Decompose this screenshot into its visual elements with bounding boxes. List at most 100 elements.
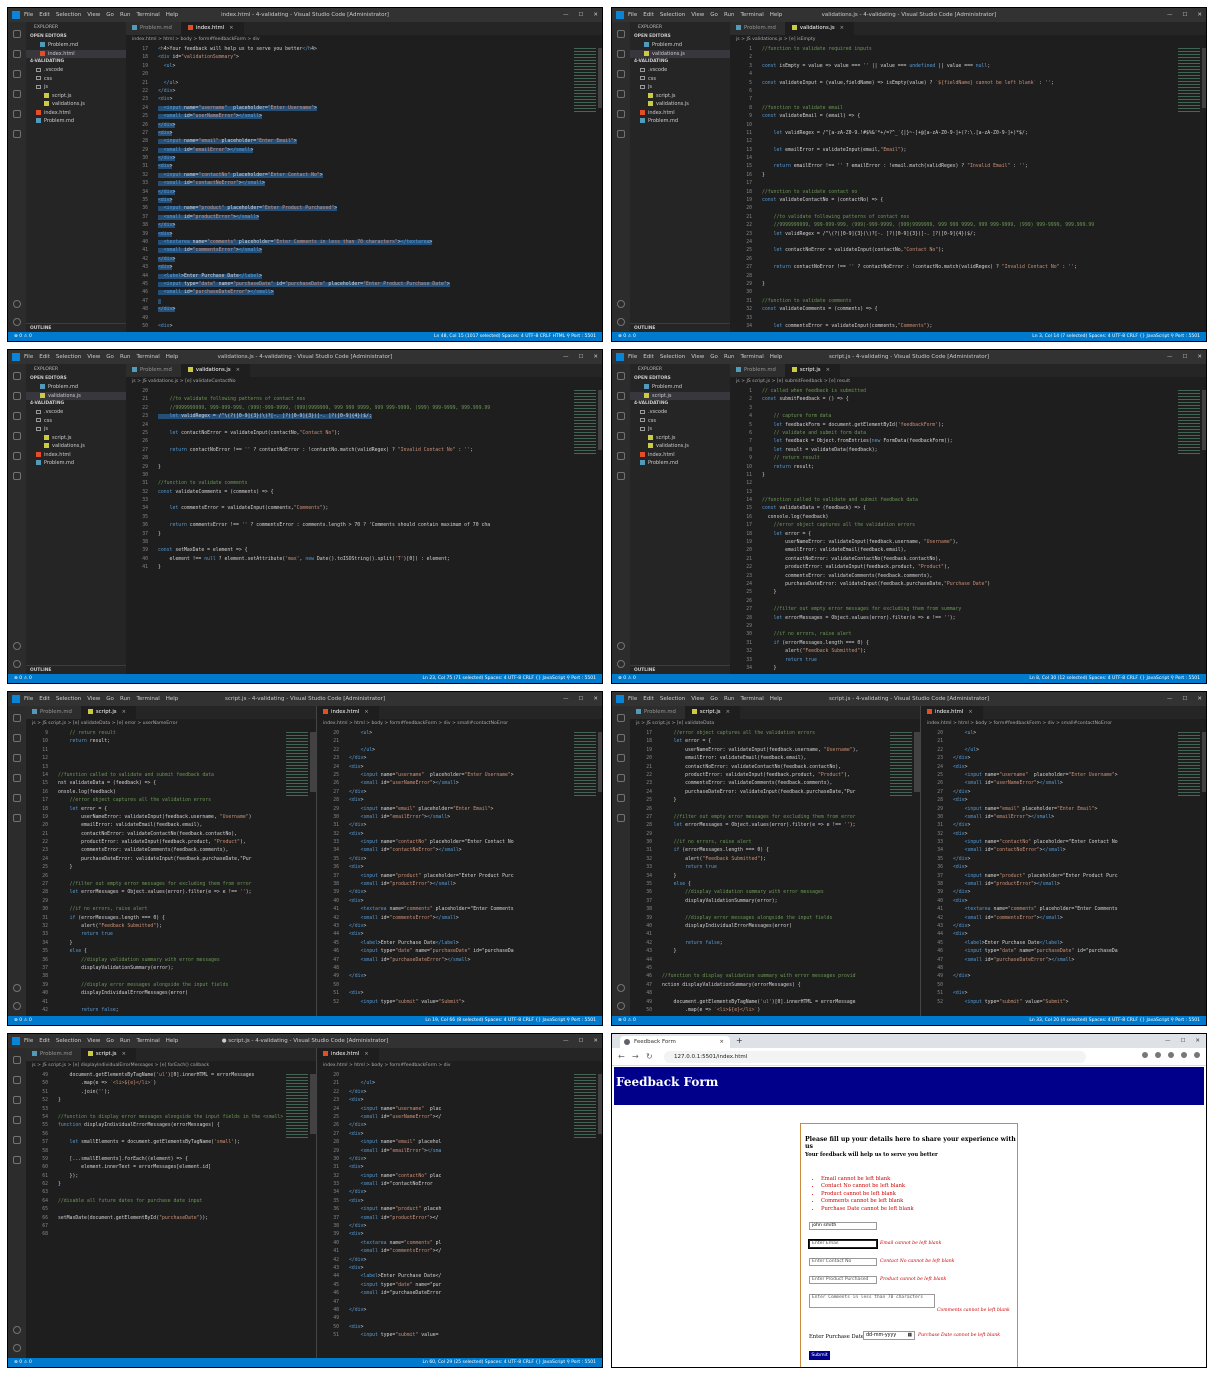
- minimap[interactable]: [574, 48, 596, 112]
- menu-selection[interactable]: Selection: [660, 354, 685, 360]
- menu-help[interactable]: Help: [166, 12, 179, 18]
- explorer-item[interactable]: index.html: [26, 109, 126, 118]
- explorer-item[interactable]: .vscode: [26, 66, 126, 75]
- live-share-icon[interactable]: [13, 814, 21, 822]
- minimize-icon[interactable]: —: [563, 696, 569, 702]
- live-share-icon[interactable]: [617, 472, 625, 480]
- account-icon[interactable]: [617, 642, 625, 650]
- source-control-icon[interactable]: [13, 412, 21, 420]
- menu-edit[interactable]: Edit: [39, 696, 50, 702]
- close-icon[interactable]: ✕: [593, 12, 598, 18]
- open-editors-header[interactable]: OPEN EDITORS: [26, 33, 126, 41]
- menu-terminal[interactable]: Terminal: [136, 12, 159, 18]
- files-icon[interactable]: [13, 1056, 21, 1064]
- account-icon[interactable]: [617, 300, 625, 308]
- maximize-icon[interactable]: ☐: [578, 12, 583, 18]
- menu-run[interactable]: Run: [724, 354, 735, 360]
- menu-view[interactable]: View: [691, 12, 704, 18]
- menu-go[interactable]: Go: [710, 12, 718, 18]
- explorer-item[interactable]: validations.js: [26, 442, 126, 451]
- files-icon[interactable]: [13, 30, 21, 38]
- editor-tab[interactable]: Problem.md: [730, 22, 786, 35]
- menu-selection[interactable]: Selection: [56, 1038, 81, 1044]
- search-icon[interactable]: [617, 50, 625, 58]
- tab-close-icon[interactable]: ×: [968, 709, 972, 715]
- minimap[interactable]: [286, 1074, 308, 1138]
- profile-icon[interactable]: [1181, 1052, 1187, 1058]
- close-icon[interactable]: ✕: [593, 1038, 598, 1044]
- open-editor-item[interactable]: Problem.md: [26, 41, 126, 50]
- minimap[interactable]: [574, 732, 596, 796]
- menu-help[interactable]: Help: [166, 1038, 179, 1044]
- explorer-item[interactable]: validations.js: [630, 100, 730, 109]
- menu-view[interactable]: View: [87, 12, 100, 18]
- menu-file[interactable]: File: [24, 12, 33, 18]
- open-editors-header[interactable]: OPEN EDITORS: [630, 375, 730, 383]
- extensions-icon[interactable]: [13, 1136, 21, 1144]
- extensions-icon[interactable]: [617, 110, 625, 118]
- search-icon[interactable]: [13, 392, 21, 400]
- menu-file[interactable]: File: [24, 696, 33, 702]
- live-share-icon[interactable]: [617, 814, 625, 822]
- problems-indicator[interactable]: ⊗ 0 ⚠ 0: [618, 676, 636, 681]
- menu-terminal[interactable]: Terminal: [740, 354, 763, 360]
- explorer-item[interactable]: index.html: [26, 451, 126, 460]
- project-folder[interactable]: 4-VALIDATING: [26, 400, 126, 408]
- editor-tab[interactable]: index.html ×: [317, 706, 379, 719]
- maximize-icon[interactable]: ☐: [1180, 1038, 1185, 1044]
- account-icon[interactable]: [13, 1326, 21, 1334]
- menu-terminal[interactable]: Terminal: [136, 696, 159, 702]
- run-debug-icon[interactable]: [13, 432, 21, 440]
- open-editor-item[interactable]: validations.js: [26, 391, 126, 400]
- explorer-item[interactable]: validations.js: [26, 100, 126, 109]
- minimize-icon[interactable]: —: [563, 1038, 569, 1044]
- minimize-icon[interactable]: —: [1167, 696, 1173, 702]
- menu-run[interactable]: Run: [120, 12, 131, 18]
- explorer-item[interactable]: validations.js: [630, 442, 730, 451]
- menu-file[interactable]: File: [628, 12, 637, 18]
- breadcrumb[interactable]: js > JS validations.js > [e] isEmpty: [730, 35, 1206, 44]
- settings-gear-icon[interactable]: [617, 660, 625, 668]
- explorer-item[interactable]: css: [26, 417, 126, 426]
- source-control-icon[interactable]: [13, 754, 21, 762]
- account-icon[interactable]: [617, 984, 625, 992]
- menu-go[interactable]: Go: [710, 696, 718, 702]
- search-icon[interactable]: [617, 734, 625, 742]
- explorer-item[interactable]: index.html: [630, 109, 730, 118]
- editor-tab[interactable]: Problem.md: [26, 706, 82, 719]
- menu-selection[interactable]: Selection: [56, 696, 81, 702]
- code-editor[interactable]: 17 <h4>Your feedback will help us to serv…: [126, 46, 574, 332]
- url-input[interactable]: 127.0.0.1:5501/index.html: [664, 1051, 1086, 1063]
- menu-terminal[interactable]: Terminal: [740, 12, 763, 18]
- problems-indicator[interactable]: ⊗ 0 ⚠ 0: [14, 676, 32, 681]
- open-editor-item[interactable]: index.html: [26, 49, 126, 58]
- explorer-item[interactable]: script.js: [26, 92, 126, 101]
- outline-section[interactable]: OUTLINE: [630, 665, 730, 674]
- explorer-item[interactable]: js: [26, 83, 126, 92]
- account-icon[interactable]: [13, 300, 21, 308]
- explorer-item[interactable]: .vscode: [26, 408, 126, 417]
- breadcrumb[interactable]: index.html > html > body > form#feedback…: [921, 719, 1206, 728]
- minimap[interactable]: [1178, 390, 1200, 454]
- close-icon[interactable]: ✕: [1197, 12, 1202, 18]
- browser-tab[interactable]: Feedback Form ×: [620, 1036, 730, 1048]
- code-editor[interactable]: 1 //function to validate required inputs 2…: [730, 46, 1178, 332]
- minimize-icon[interactable]: —: [563, 354, 569, 360]
- minimap[interactable]: [574, 390, 596, 454]
- minimap[interactable]: [1178, 48, 1200, 112]
- tab-close-icon[interactable]: ×: [236, 367, 240, 373]
- problems-indicator[interactable]: ⊗ 0 ⚠ 0: [618, 1018, 636, 1023]
- extensions-icon[interactable]: [1168, 1052, 1174, 1058]
- explorer-item[interactable]: .vscode: [630, 408, 730, 417]
- menu-edit[interactable]: Edit: [39, 1038, 50, 1044]
- editor-tab[interactable]: Problem.md: [730, 364, 786, 377]
- editor-tab[interactable]: Problem.md: [26, 1048, 82, 1061]
- menu-run[interactable]: Run: [120, 696, 131, 702]
- project-folder[interactable]: 4-VALIDATING: [26, 58, 126, 66]
- menu-file[interactable]: File: [628, 354, 637, 360]
- calendar-icon[interactable]: ▦: [907, 1332, 912, 1339]
- explorer-item[interactable]: script.js: [630, 434, 730, 443]
- comments-textarea[interactable]: Enter Comments in less than 70 character…: [809, 1294, 935, 1308]
- editor-tab[interactable]: Problem.md: [126, 22, 182, 35]
- extensions-icon[interactable]: [13, 452, 21, 460]
